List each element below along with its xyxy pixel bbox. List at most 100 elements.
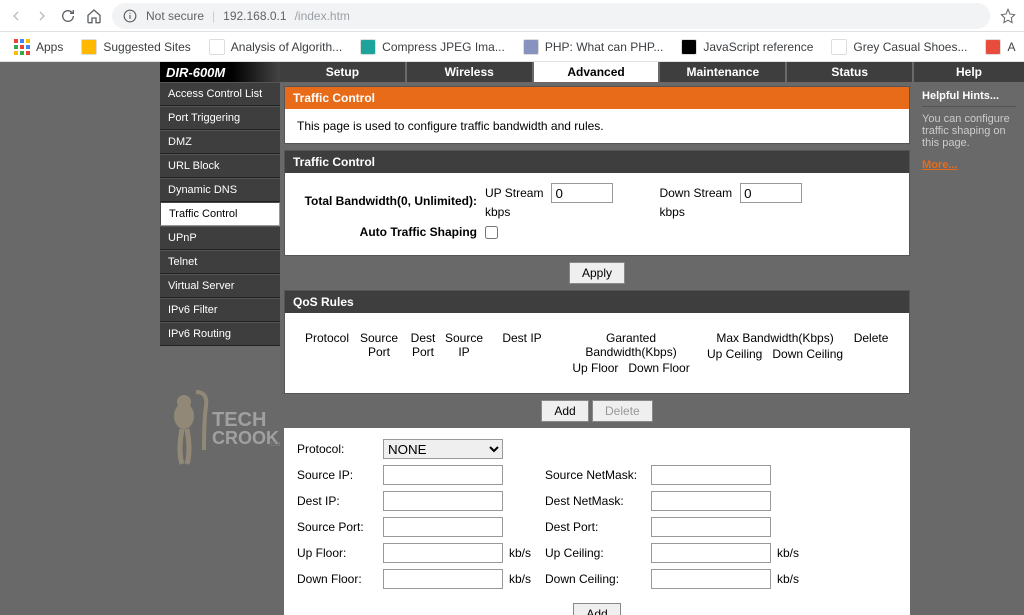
traffic-control-panel: Traffic Control Total Bandwidth(0, Unlim… (284, 150, 910, 256)
tab-maintenance[interactable]: Maintenance (660, 62, 787, 82)
url-host: 192.168.0.1 (223, 9, 286, 23)
forward-icon[interactable] (34, 8, 50, 24)
bookmark-item[interactable]: JavaScript reference (675, 36, 819, 58)
sidebar-item-dmz[interactable]: DMZ (160, 130, 280, 154)
qos-delete-button[interactable]: Delete (592, 400, 653, 422)
qos-header-row: Protocol Source Port Dest Port Source IP… (297, 323, 897, 383)
info-icon[interactable] (122, 8, 138, 24)
down-floor-input[interactable] (383, 569, 503, 589)
form-add-button[interactable]: Add (573, 603, 620, 615)
bookmark-label: Analysis of Algorith... (231, 40, 342, 54)
form-down-ceiling-label: Down Ceiling: (545, 572, 645, 586)
col-delete: Delete (849, 331, 893, 345)
bookmark-item[interactable]: Analysis of Algorith... (203, 36, 348, 58)
bookmark-item[interactable]: Compress JPEG Ima... (354, 36, 511, 58)
col-protocol: Protocol (301, 331, 353, 345)
total-bandwidth-label: Total Bandwidth(0, Unlimited): (297, 194, 477, 208)
auto-shaping-label: Auto Traffic Shaping (297, 225, 477, 239)
down-stream-input[interactable] (740, 183, 802, 203)
back-icon[interactable] (8, 8, 24, 24)
bookmark-label: JavaScript reference (703, 40, 813, 54)
qos-add-button[interactable]: Add (541, 400, 588, 422)
kbs-3: kb/s (509, 572, 539, 586)
col-dest-ip: Dest IP (487, 331, 557, 345)
col-up-ceiling: Up Ceiling (707, 347, 762, 361)
tab-status[interactable]: Status (787, 62, 914, 82)
kbs-4: kb/s (777, 572, 807, 586)
source-ip-input[interactable] (383, 465, 503, 485)
col-source-port: Source Port (357, 331, 401, 359)
form-dest-port-label: Dest Port: (545, 520, 645, 534)
url-path: /index.htm (295, 9, 350, 23)
apps-button[interactable]: Apps (8, 36, 69, 58)
col-down-ceiling: Down Ceiling (772, 347, 843, 361)
sidebar-item-access-control-list[interactable]: Access Control List (160, 82, 280, 106)
brand-label: DIR-600M (160, 62, 280, 82)
reload-icon[interactable] (60, 8, 76, 24)
form-up-ceiling-label: Up Ceiling: (545, 546, 645, 560)
sidebar-item-traffic-control[interactable]: Traffic Control (160, 202, 280, 226)
bookmark-item[interactable]: Suggested Sites (75, 36, 196, 58)
bookmark-item[interactable]: Adam Hartwig (979, 36, 1016, 58)
help-title: Helpful Hints... (922, 90, 1016, 107)
form-dest-ip-label: Dest IP: (297, 494, 377, 508)
bookmark-label: Grey Casual Shoes... (853, 40, 967, 54)
tab-advanced[interactable]: Advanced (534, 62, 661, 82)
help-more-link[interactable]: More... (922, 159, 1016, 171)
sidebar-item-ipv6-routing[interactable]: IPv6 Routing (160, 322, 280, 346)
tab-setup[interactable]: Setup (280, 62, 407, 82)
sidebar-item-dynamic-dns[interactable]: Dynamic DNS (160, 178, 280, 202)
source-port-input[interactable] (383, 517, 503, 537)
col-up-floor: Up Floor (572, 361, 618, 375)
help-body-text: You can configure traffic shaping on thi… (922, 113, 1016, 149)
form-down-floor-label: Down Floor: (297, 572, 377, 586)
kbps-label-2: kbps (659, 205, 802, 219)
col-down-floor: Down Floor (628, 361, 689, 375)
sidebar-item-virtual-server[interactable]: Virtual Server (160, 274, 280, 298)
panel-title-section: Traffic Control (285, 151, 909, 173)
up-floor-input[interactable] (383, 543, 503, 563)
down-ceiling-input[interactable] (651, 569, 771, 589)
tab-wireless[interactable]: Wireless (407, 62, 534, 82)
col-source-ip: Source IP (445, 331, 483, 359)
bookmark-label: Adam Hartwig (1007, 40, 1016, 54)
home-icon[interactable] (86, 8, 102, 24)
tab-help[interactable]: Help (914, 62, 1024, 82)
qos-panel: QoS Rules Protocol Source Port Dest Port… (284, 290, 910, 394)
dest-port-input[interactable] (651, 517, 771, 537)
bookmark-item[interactable]: Grey Casual Shoes... (825, 36, 973, 58)
bookmark-label: PHP: What can PHP... (545, 40, 664, 54)
protocol-select[interactable]: NONE (383, 439, 503, 459)
form-source-port-label: Source Port: (297, 520, 377, 534)
auto-shaping-checkbox[interactable] (485, 226, 498, 239)
form-source-ip-label: Source IP: (297, 468, 377, 482)
down-stream-label: Down Stream (659, 186, 732, 200)
up-stream-label: UP Stream (485, 186, 543, 200)
qos-title: QoS Rules (285, 291, 909, 313)
traffic-header-panel: Traffic Control This page is used to con… (284, 86, 910, 144)
bookmarks-bar: Apps Suggested Sites Analysis of Algorith… (0, 32, 1024, 62)
bookmark-label: Suggested Sites (103, 40, 190, 54)
up-ceiling-input[interactable] (651, 543, 771, 563)
form-dest-netmask-label: Dest NetMask: (545, 494, 645, 508)
form-source-netmask-label: Source NetMask: (545, 468, 645, 482)
apps-label: Apps (36, 40, 63, 54)
sidebar-item-telnet[interactable]: Telnet (160, 250, 280, 274)
sidebar-item-port-triggering[interactable]: Port Triggering (160, 106, 280, 130)
source-netmask-input[interactable] (651, 465, 771, 485)
sidebar-item-ipv6-filter[interactable]: IPv6 Filter (160, 298, 280, 322)
sidebar-item-upnp[interactable]: UPnP (160, 226, 280, 250)
dest-netmask-input[interactable] (651, 491, 771, 511)
traffic-description: This page is used to configure traffic b… (297, 119, 604, 133)
kbps-label-1: kbps (485, 205, 613, 219)
kbs-2: kb/s (777, 546, 807, 560)
sidebar-item-url-block[interactable]: URL Block (160, 154, 280, 178)
apply-button[interactable]: Apply (569, 262, 625, 284)
star-icon[interactable] (1000, 8, 1016, 24)
bookmark-item[interactable]: PHP: What can PHP... (517, 36, 670, 58)
url-bar[interactable]: Not secure | 192.168.0.1/index.htm (112, 3, 990, 29)
up-stream-input[interactable] (551, 183, 613, 203)
col-garanted: Garanted Bandwidth(Kbps) (561, 331, 701, 361)
col-dest-port: Dest Port (405, 331, 441, 359)
dest-ip-input[interactable] (383, 491, 503, 511)
